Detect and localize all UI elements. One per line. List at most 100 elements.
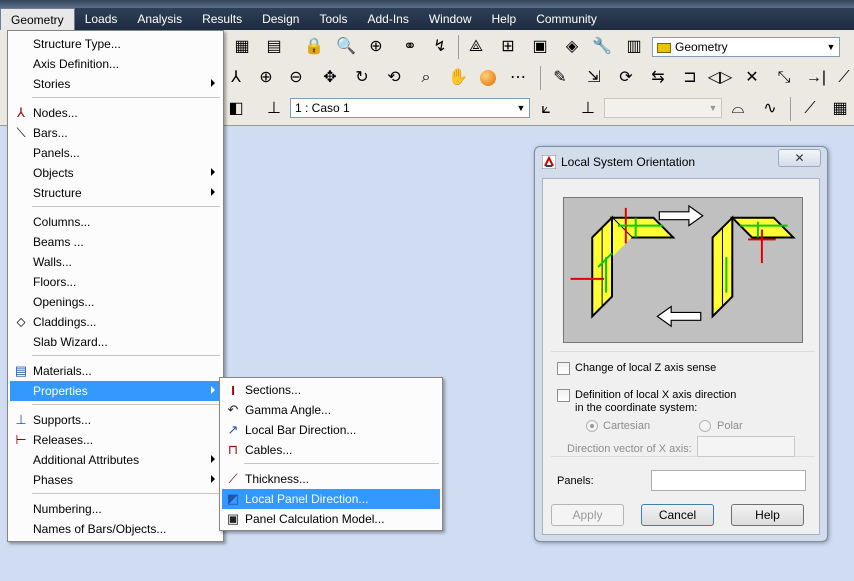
scale-icon[interactable]: ⤡ bbox=[772, 66, 796, 90]
thickness-icon: ⟋ bbox=[228, 471, 238, 486]
menu-item-structure-type[interactable]: Structure Type... bbox=[10, 34, 221, 54]
menu-item-properties[interactable]: Properties bbox=[10, 381, 221, 401]
submenu-item-panel-calculation-model[interactable]: ▣ Panel Calculation Model... bbox=[222, 509, 440, 529]
load-definition-icon[interactable]: ⟀ bbox=[534, 97, 558, 121]
menu-item-axis-definition[interactable]: Axis Definition... bbox=[10, 54, 221, 74]
menu-geometry[interactable]: Geometry bbox=[0, 8, 75, 31]
menu-item-structure[interactable]: Structure bbox=[10, 183, 221, 203]
wrench-icon[interactable]: 🔧 bbox=[590, 35, 614, 59]
zoom-window-icon[interactable]: ⊕ bbox=[364, 35, 388, 59]
rotate-objects-icon[interactable]: ⟳ bbox=[614, 66, 638, 90]
load-case-icon[interactable]: ⊥ bbox=[262, 97, 286, 121]
translate-icon[interactable]: ⇲ bbox=[582, 66, 606, 90]
menu-item-objects[interactable]: Objects bbox=[10, 163, 221, 183]
define-x-direction-checkbox[interactable] bbox=[557, 389, 570, 402]
diagram-icon[interactable]: ⌓ bbox=[726, 97, 750, 121]
submenu-item-thickness[interactable]: ⟋ Thickness... bbox=[222, 469, 440, 489]
building-icon[interactable]: ▣ bbox=[528, 35, 552, 59]
intersect-icon[interactable]: ✕ bbox=[740, 66, 764, 90]
menu-item-label: Axis Definition... bbox=[33, 57, 120, 71]
menu-item-names-of-bars-objects[interactable]: Names of Bars/Objects... bbox=[10, 519, 221, 539]
display-options-icon[interactable]: ⋯ bbox=[506, 66, 530, 90]
submenu-item-local-bar-direction[interactable]: ↗ Local Bar Direction... bbox=[222, 420, 440, 440]
submenu-item-local-panel-direction[interactable]: ◩ Local Panel Direction... bbox=[222, 489, 440, 509]
view-icon[interactable]: ◧ bbox=[224, 97, 248, 121]
mirror-vertical-icon[interactable]: ◁▷ bbox=[708, 66, 733, 90]
menu-design[interactable]: Design bbox=[252, 8, 309, 30]
layout-combo[interactable]: Geometry ▼ bbox=[652, 37, 840, 57]
table-icon[interactable]: ▤ bbox=[262, 35, 286, 59]
calculator-icon[interactable]: ▦ bbox=[230, 35, 254, 59]
menu-item-bars[interactable]: ⟍ Bars... bbox=[10, 123, 221, 143]
submenu-item-cables[interactable]: ⊓ Cables... bbox=[222, 440, 440, 460]
panels-input[interactable] bbox=[651, 470, 806, 491]
menu-item-panels[interactable]: Panels... bbox=[10, 143, 221, 163]
design-icon[interactable]: ⟋ bbox=[798, 97, 822, 121]
bent-panel-right bbox=[711, 215, 796, 319]
menu-help[interactable]: Help bbox=[482, 8, 527, 30]
rotate-3d-icon[interactable]: ⟲ bbox=[382, 66, 406, 90]
truss-icon[interactable]: ⟁ bbox=[464, 35, 488, 59]
zoom-all-icon[interactable]: ⌕ bbox=[414, 66, 438, 90]
offset-icon[interactable]: ⊐ bbox=[678, 66, 702, 90]
menu-item-columns[interactable]: Columns... bbox=[10, 212, 221, 232]
load-case-combo[interactable]: 1 : Caso 1 ▼ bbox=[290, 98, 530, 118]
model-3d-icon[interactable]: ◈ bbox=[560, 35, 584, 59]
load-table-icon[interactable]: ⊥ bbox=[576, 97, 600, 121]
menu-community[interactable]: Community bbox=[526, 8, 607, 30]
menu-separator bbox=[244, 463, 439, 464]
wave-icon[interactable]: ∿ bbox=[758, 97, 782, 121]
menu-item-slab-wizard[interactable]: Slab Wizard... bbox=[10, 332, 221, 352]
menu-item-stories[interactable]: Stories bbox=[10, 74, 221, 94]
lock-icon[interactable]: 🔒 bbox=[302, 35, 326, 59]
grid-icon[interactable]: ▦ bbox=[828, 97, 852, 121]
divide-icon[interactable]: ⟋ bbox=[832, 66, 854, 90]
menu-tools[interactable]: Tools bbox=[309, 8, 357, 30]
chevron-down-icon[interactable]: ▼ bbox=[513, 99, 529, 117]
menu-item-beams[interactable]: Beams ... bbox=[10, 232, 221, 252]
menu-item-label: Stories bbox=[33, 77, 71, 91]
axes-icon[interactable]: ⅄ bbox=[224, 66, 248, 90]
menu-item-releases[interactable]: ⊢ Releases... bbox=[10, 430, 221, 450]
panel-orientation-diagram bbox=[563, 197, 803, 343]
menu-item-numbering[interactable]: Numbering... bbox=[10, 499, 221, 519]
pan-icon[interactable]: ✥ bbox=[318, 66, 342, 90]
menu-loads[interactable]: Loads bbox=[75, 8, 128, 30]
close-icon[interactable]: ✕ bbox=[778, 149, 821, 167]
menu-item-phases[interactable]: Phases bbox=[10, 470, 221, 490]
submenu-item-label: Local Panel Direction... bbox=[245, 492, 369, 506]
submenu-arrow-icon bbox=[211, 79, 215, 87]
menu-item-walls[interactable]: Walls... bbox=[10, 252, 221, 272]
mirror-icon[interactable]: ⇆ bbox=[646, 66, 670, 90]
menu-item-nodes[interactable]: ⅄ Nodes... bbox=[10, 103, 221, 123]
menu-item-claddings[interactable]: ⬦ Claddings... bbox=[10, 312, 221, 332]
cancel-button[interactable]: Cancel bbox=[641, 504, 714, 526]
menu-window[interactable]: Window bbox=[419, 8, 482, 30]
menu-analysis[interactable]: Analysis bbox=[127, 8, 192, 30]
binoculars-icon[interactable]: ⚭ bbox=[398, 35, 422, 59]
menu-add-ins[interactable]: Add-Ins bbox=[357, 8, 418, 30]
menu-item-materials[interactable]: ▤ Materials... bbox=[10, 361, 221, 381]
menu-item-floors[interactable]: Floors... bbox=[10, 272, 221, 292]
zoom-icon[interactable]: 🔍 bbox=[334, 35, 358, 59]
menu-item-supports[interactable]: ⊥ Supports... bbox=[10, 410, 221, 430]
refresh-structure-icon[interactable]: ↯ bbox=[428, 35, 452, 59]
chevron-down-icon[interactable]: ▼ bbox=[823, 38, 839, 56]
brush-icon[interactable]: ✎ bbox=[548, 66, 572, 90]
menu-item-additional-attributes[interactable]: Additional Attributes bbox=[10, 450, 221, 470]
frame-icon[interactable]: ⊞ bbox=[496, 35, 520, 59]
menu-results[interactable]: Results bbox=[192, 8, 252, 30]
zoom-in-icon[interactable]: ⊕ bbox=[254, 66, 278, 90]
change-z-sense-checkbox[interactable] bbox=[557, 362, 570, 375]
materials-icon: ▤ bbox=[14, 363, 28, 378]
extend-icon[interactable]: →| bbox=[804, 66, 828, 90]
zoom-out-icon[interactable]: ⊖ bbox=[284, 66, 308, 90]
hand-icon[interactable]: ✋ bbox=[446, 66, 470, 90]
help-button[interactable]: Help bbox=[731, 504, 804, 526]
render-sphere-icon[interactable] bbox=[476, 66, 500, 90]
submenu-item-gamma-angle[interactable]: ↶ Gamma Angle... bbox=[222, 400, 440, 420]
menu-item-openings[interactable]: Openings... bbox=[10, 292, 221, 312]
properties-window-icon[interactable]: ▥ bbox=[622, 35, 646, 59]
rotate-icon[interactable]: ↻ bbox=[350, 66, 374, 90]
submenu-item-sections[interactable]: I Sections... bbox=[222, 380, 440, 400]
